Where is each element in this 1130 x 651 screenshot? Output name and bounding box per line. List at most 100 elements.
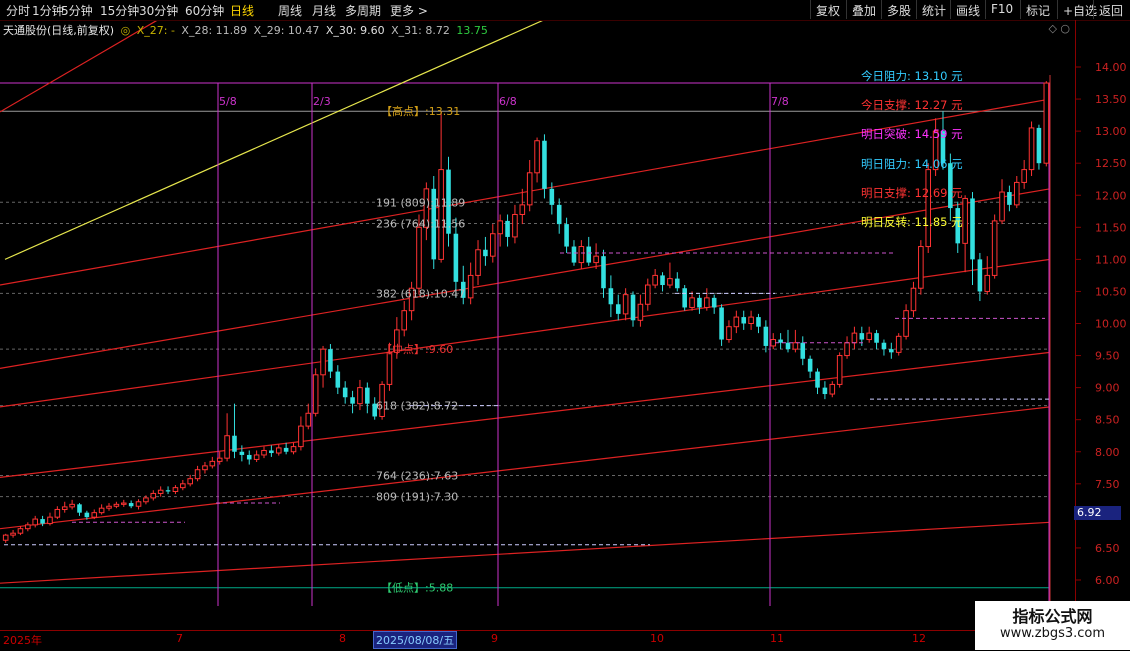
indicator-title: 天通股份(日线,前复权) ◎ X_27: - X_28: 11.89 X_29:… bbox=[3, 22, 491, 38]
y-tick-label: 9.00 bbox=[1095, 382, 1120, 395]
toolbar-button[interactable]: 返回 bbox=[1093, 0, 1128, 19]
x-tick-label: 11 bbox=[770, 632, 784, 645]
period-tab[interactable]: 周线 bbox=[278, 2, 302, 19]
x27-value: X_27: - bbox=[136, 24, 175, 37]
x28-value: X_28: 11.89 bbox=[181, 24, 248, 37]
candle-body bbox=[763, 326, 769, 346]
period-tab[interactable]: 日线 bbox=[230, 2, 254, 19]
period-tab[interactable]: 30分钟 bbox=[139, 2, 178, 19]
candle-body bbox=[770, 339, 777, 347]
candle-body bbox=[290, 446, 297, 453]
candle bbox=[675, 272, 680, 292]
candle-body bbox=[637, 303, 644, 321]
candle-body bbox=[903, 310, 909, 337]
candle bbox=[807, 355, 813, 379]
candle bbox=[829, 381, 836, 398]
y-tick-label: 13.50 bbox=[1095, 93, 1127, 106]
period-tab[interactable]: 更多 > bbox=[390, 2, 428, 19]
candle-body bbox=[312, 374, 319, 414]
candle-body bbox=[335, 371, 341, 388]
candle-body bbox=[844, 342, 850, 357]
candle-body bbox=[578, 246, 585, 264]
period-tab[interactable]: 多周期 bbox=[345, 2, 381, 19]
y-tick-label: 8.50 bbox=[1095, 414, 1120, 427]
candle bbox=[578, 240, 585, 269]
toolbar-button[interactable]: 标记 bbox=[1020, 0, 1055, 19]
y-tick-label: 7.50 bbox=[1095, 478, 1120, 491]
toolbar-button[interactable]: 复权 bbox=[810, 0, 845, 19]
candle-body bbox=[98, 507, 105, 514]
candle bbox=[741, 310, 747, 330]
candle-body bbox=[453, 233, 459, 282]
candle-body bbox=[925, 169, 932, 248]
candle-body bbox=[608, 288, 614, 305]
candle bbox=[350, 390, 355, 414]
candle-body bbox=[556, 204, 562, 225]
candle-body bbox=[165, 490, 171, 492]
toolbar-button[interactable]: 画线 bbox=[950, 0, 985, 19]
watermark-title: 指标公式网 bbox=[1012, 607, 1093, 626]
channel-lines bbox=[0, 0, 1051, 630]
candle-body bbox=[970, 198, 975, 260]
y-tick-label: 11.50 bbox=[1095, 221, 1127, 234]
candle-body bbox=[918, 246, 924, 289]
candle bbox=[999, 179, 1005, 225]
channel-line bbox=[0, 258, 1051, 408]
candle-body bbox=[630, 294, 636, 321]
candle-body bbox=[298, 425, 304, 448]
candle bbox=[644, 278, 651, 311]
candle bbox=[601, 249, 606, 298]
candle-body bbox=[711, 297, 717, 308]
level-label: 明日突破: 14.59 元 bbox=[861, 127, 963, 141]
candle bbox=[763, 320, 769, 353]
period-tab[interactable]: 60分钟 bbox=[185, 2, 224, 19]
period-tab[interactable]: 1分钟 bbox=[32, 2, 64, 19]
candle-body bbox=[822, 387, 828, 395]
toolbar-button[interactable]: 叠加 bbox=[846, 0, 881, 19]
candle bbox=[615, 294, 621, 321]
selected-date: 2025/08/08/五 bbox=[373, 631, 458, 649]
candle bbox=[475, 240, 481, 286]
candle bbox=[593, 243, 599, 269]
candle bbox=[844, 336, 850, 359]
period-tab[interactable]: 月线 bbox=[312, 2, 336, 19]
period-tab[interactable]: 15分钟 bbox=[100, 2, 139, 19]
candle-body bbox=[150, 492, 157, 499]
candle bbox=[283, 442, 289, 455]
candle bbox=[17, 526, 24, 536]
candle-body bbox=[836, 355, 843, 385]
fib-annotation: 【高点】:13.31 bbox=[381, 104, 460, 118]
candle bbox=[925, 163, 932, 253]
period-tab[interactable]: 分时 bbox=[6, 2, 30, 19]
candle-body bbox=[800, 342, 806, 359]
toolbar-button[interactable]: F10 bbox=[985, 0, 1018, 19]
candle-body bbox=[675, 278, 680, 289]
toolbar-button[interactable]: 统计 bbox=[916, 0, 951, 19]
window-controls-icon[interactable]: ◇ ○ bbox=[1048, 22, 1070, 35]
candle-body bbox=[2, 534, 9, 541]
candle-body bbox=[54, 508, 61, 518]
y-tick-label: 10.00 bbox=[1095, 318, 1127, 331]
candle bbox=[91, 509, 98, 520]
candle bbox=[918, 240, 924, 295]
candle bbox=[697, 294, 702, 314]
y-tick-label: 9.50 bbox=[1095, 350, 1120, 363]
candle bbox=[667, 262, 673, 289]
candle-body bbox=[741, 317, 747, 324]
candle-body bbox=[719, 307, 724, 340]
toolbar-button[interactable]: 多股 bbox=[881, 0, 916, 19]
x30-value: X_30: 9.60 bbox=[325, 24, 385, 37]
candle bbox=[2, 533, 9, 543]
candle-body bbox=[660, 275, 665, 286]
candle-body bbox=[172, 487, 179, 493]
period-tab[interactable]: 5分钟 bbox=[61, 2, 93, 19]
x-tick-label: 2025年 bbox=[3, 634, 42, 647]
y-tick-label: 14.00 bbox=[1095, 61, 1127, 74]
candle-body bbox=[17, 528, 24, 534]
y-axis-border bbox=[1075, 20, 1076, 630]
candle-body bbox=[874, 333, 879, 343]
y-tick-label: 12.50 bbox=[1095, 157, 1127, 170]
candle bbox=[172, 485, 179, 495]
candle-body bbox=[1036, 127, 1042, 164]
stock-name[interactable]: 天通股份(日线,前复权) bbox=[3, 24, 114, 37]
